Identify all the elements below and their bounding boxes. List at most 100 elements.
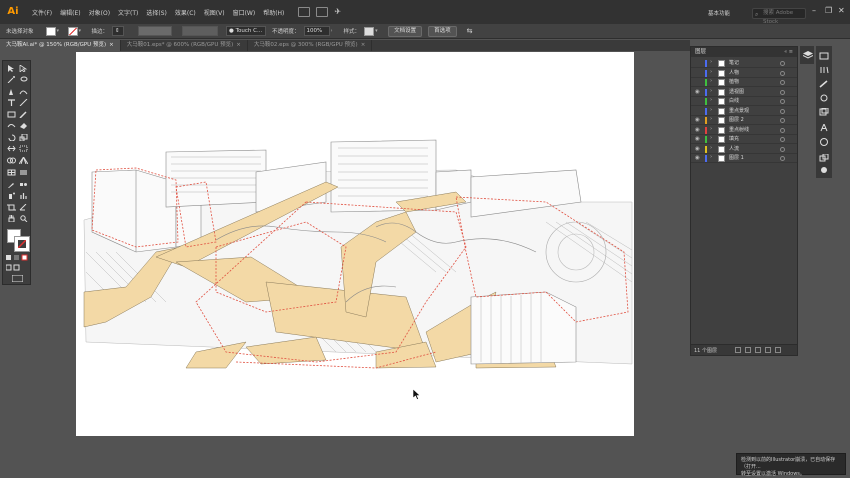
visibility-eye-icon[interactable]: ◉ bbox=[695, 117, 700, 123]
layer-target-icon[interactable] bbox=[780, 127, 785, 133]
make-clipping-mask-icon[interactable] bbox=[745, 347, 751, 353]
opentype-icon[interactable] bbox=[819, 138, 829, 146]
menu-view[interactable]: 视图(V) bbox=[204, 8, 225, 17]
libraries-icon[interactable] bbox=[819, 66, 829, 74]
free-transform-icon[interactable] bbox=[19, 145, 28, 152]
close-icon[interactable]: × bbox=[361, 42, 366, 48]
stroke-swatch[interactable] bbox=[67, 26, 78, 36]
layer-row[interactable]: ◉ › 透视图 bbox=[691, 88, 797, 97]
zoom-icon[interactable] bbox=[19, 215, 28, 222]
artboard-icon[interactable] bbox=[7, 204, 16, 211]
workspace-switcher[interactable]: 基本功能 bbox=[708, 9, 730, 17]
brushes-icon[interactable] bbox=[819, 80, 829, 88]
layer-target-icon[interactable] bbox=[780, 118, 785, 123]
layer-row[interactable]: › 重点景观 bbox=[691, 107, 797, 116]
artboard[interactable] bbox=[76, 52, 634, 436]
layer-row[interactable]: › 植物 bbox=[691, 78, 797, 87]
document-setup-button[interactable]: 文档设置 bbox=[388, 25, 423, 37]
chevron-right-icon[interactable]: › bbox=[710, 97, 712, 103]
rotate-icon[interactable] bbox=[7, 134, 16, 141]
type-icon[interactable] bbox=[7, 99, 16, 106]
layer-row[interactable]: ◉ › 图层 1 bbox=[691, 154, 797, 163]
hand-icon[interactable] bbox=[7, 215, 16, 222]
visibility-eye-icon[interactable]: ◉ bbox=[695, 89, 700, 95]
graphic-styles-icon[interactable] bbox=[819, 108, 829, 116]
color-mode-icons[interactable] bbox=[6, 254, 28, 261]
delete-layer-icon[interactable] bbox=[775, 347, 781, 353]
panel-menu-icon[interactable]: « ≡ bbox=[784, 47, 793, 57]
pathfinder-icon[interactable] bbox=[819, 154, 829, 162]
visibility-eye-icon[interactable]: ◉ bbox=[695, 155, 700, 161]
layers-panel-title[interactable]: 图层 bbox=[695, 49, 706, 55]
menu-object[interactable]: 对象(O) bbox=[89, 8, 110, 17]
layer-target-icon[interactable] bbox=[780, 61, 785, 66]
curvature-icon[interactable] bbox=[19, 88, 28, 95]
tab-document-3[interactable]: 大马鞍02.eps @ 300% (RGB/GPU 预览) × bbox=[248, 40, 373, 51]
chevron-right-icon[interactable]: › bbox=[710, 78, 712, 84]
close-icon[interactable]: ✕ bbox=[838, 6, 845, 15]
layer-row[interactable]: ◉ › 人流 bbox=[691, 145, 797, 154]
chevron-right-icon[interactable]: › bbox=[710, 145, 712, 151]
layer-target-icon[interactable] bbox=[780, 137, 785, 142]
gpu-performance-icon[interactable]: ✈ bbox=[334, 7, 346, 17]
chevron-right-icon[interactable]: › bbox=[710, 107, 712, 113]
chevron-right-icon[interactable]: › bbox=[710, 59, 712, 65]
mesh-icon[interactable] bbox=[7, 169, 16, 176]
chevron-right-icon[interactable]: › bbox=[331, 27, 338, 36]
symbol-sprayer-icon[interactable] bbox=[7, 192, 16, 199]
chevron-right-icon[interactable]: › bbox=[710, 135, 712, 141]
drawing-mode-icons[interactable] bbox=[6, 264, 28, 271]
properties-icon[interactable] bbox=[819, 52, 829, 60]
magic-wand-icon[interactable] bbox=[7, 76, 16, 83]
chevron-down-icon[interactable]: ▾ bbox=[375, 27, 382, 36]
menu-select[interactable]: 选择(S) bbox=[146, 8, 167, 17]
eraser-icon[interactable] bbox=[19, 122, 28, 129]
slice-icon[interactable] bbox=[19, 204, 28, 211]
visibility-eye-icon[interactable]: ◉ bbox=[695, 136, 700, 142]
restore-icon[interactable]: ❐ bbox=[825, 6, 832, 15]
menu-window[interactable]: 窗口(W) bbox=[233, 8, 256, 17]
layers-icon[interactable] bbox=[803, 51, 813, 59]
layer-target-icon[interactable] bbox=[780, 89, 785, 95]
visibility-eye-icon[interactable]: ◉ bbox=[695, 127, 700, 133]
chevron-right-icon[interactable]: › bbox=[710, 69, 712, 75]
fill-swatch[interactable] bbox=[45, 26, 56, 36]
perspective-grid-icon[interactable] bbox=[19, 157, 28, 164]
stroke-weight-field[interactable]: ⇕ bbox=[112, 26, 125, 36]
arrange-documents-icon[interactable] bbox=[316, 7, 329, 17]
stroke-color-swatch[interactable] bbox=[14, 236, 30, 252]
layer-row[interactable]: › 人物 bbox=[691, 69, 797, 78]
gradient-icon[interactable] bbox=[19, 169, 28, 176]
tab-document-1[interactable]: 大马鞍AI.ai* @ 150% (RGB/GPU 预览) × bbox=[0, 40, 121, 51]
eyedropper-icon[interactable] bbox=[7, 181, 16, 188]
scale-icon[interactable] bbox=[19, 134, 28, 141]
chevron-down-icon[interactable]: ▾ bbox=[79, 27, 86, 36]
layer-row[interactable]: › 白线 bbox=[691, 97, 797, 106]
layer-row[interactable]: › 笔记 bbox=[691, 59, 797, 68]
lasso-icon[interactable] bbox=[19, 76, 28, 83]
menu-effect[interactable]: 效果(C) bbox=[175, 8, 196, 17]
chevron-right-icon[interactable]: › bbox=[710, 126, 712, 132]
layer-row[interactable]: ◉ › 图层 2 bbox=[691, 116, 797, 125]
blend-icon[interactable] bbox=[19, 181, 28, 188]
graphic-style-swatch[interactable] bbox=[364, 26, 375, 36]
locate-object-icon[interactable] bbox=[735, 347, 741, 353]
layer-target-icon[interactable] bbox=[780, 80, 785, 85]
symbols-icon[interactable] bbox=[819, 94, 829, 102]
new-sublayer-icon[interactable] bbox=[755, 347, 761, 353]
brush-select[interactable]: ● Touch C... bbox=[226, 26, 267, 36]
pen-icon[interactable] bbox=[7, 88, 16, 95]
visibility-eye-icon[interactable]: ◉ bbox=[695, 146, 700, 152]
rectangle-icon[interactable] bbox=[7, 111, 16, 118]
brush-definition[interactable] bbox=[182, 26, 219, 36]
stock-search-input[interactable]: ⌕ 搜索 Adobe Stock bbox=[752, 8, 806, 25]
chevron-right-icon[interactable]: › bbox=[710, 88, 712, 94]
layer-target-icon[interactable] bbox=[780, 70, 785, 76]
menu-type[interactable]: 文字(T) bbox=[118, 8, 138, 17]
graph-icon[interactable] bbox=[19, 192, 28, 199]
paintbrush-icon[interactable] bbox=[19, 111, 28, 118]
minimize-icon[interactable]: – bbox=[812, 6, 816, 15]
screen-mode-icon[interactable] bbox=[12, 275, 23, 282]
width-icon[interactable] bbox=[7, 145, 16, 152]
layer-row[interactable]: ◉ › 重点射线 bbox=[691, 126, 797, 135]
